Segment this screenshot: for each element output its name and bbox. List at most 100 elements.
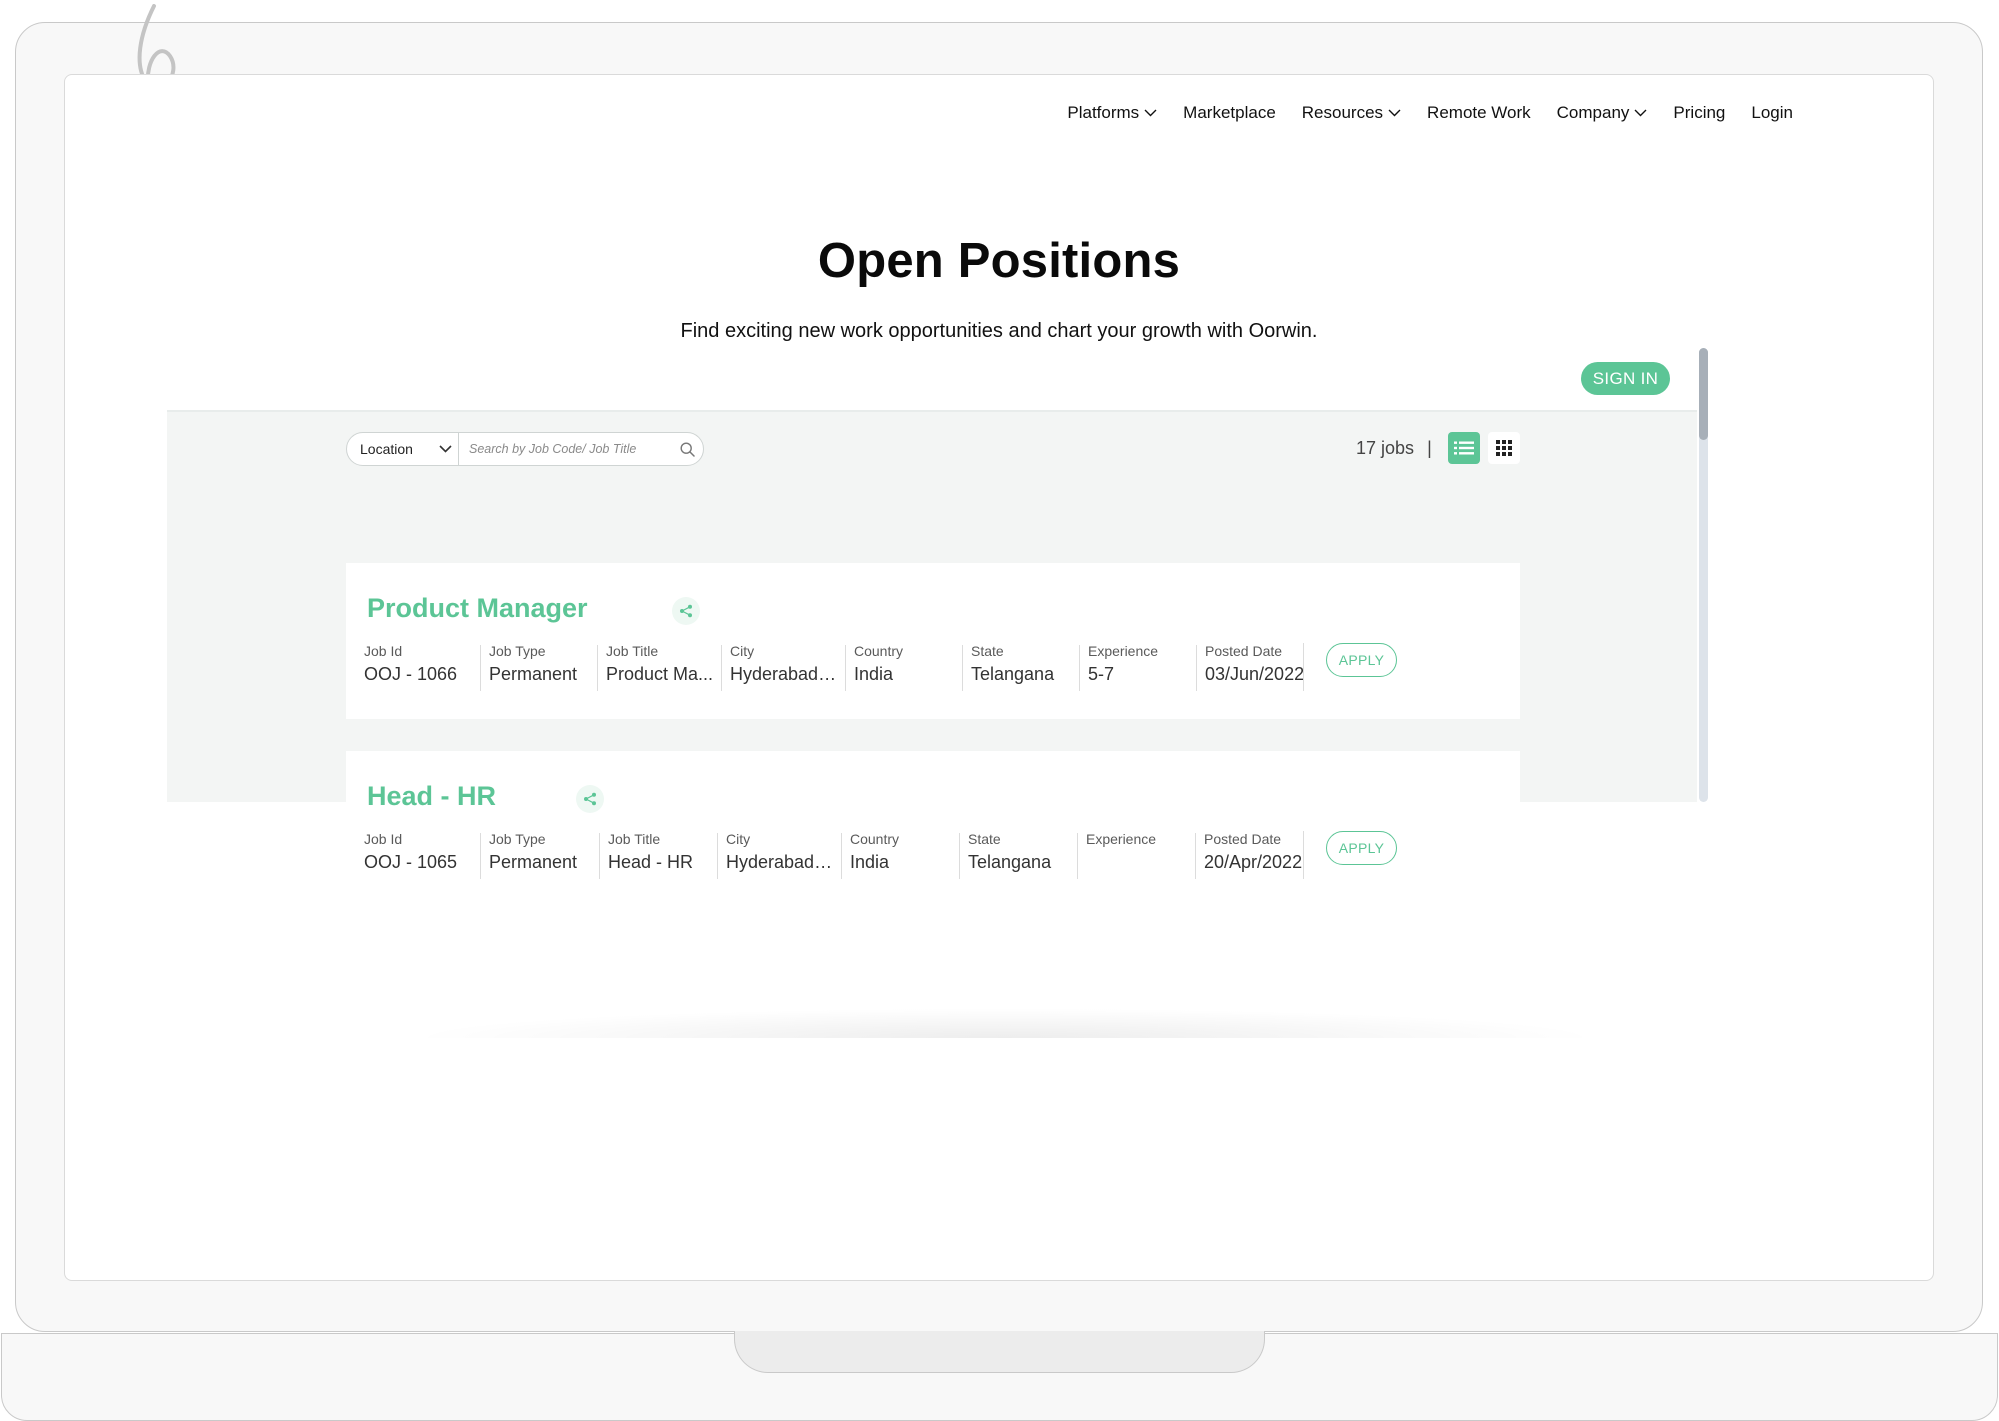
top-navigation: Platforms Marketplace Resources Remote W… — [1041, 103, 1793, 123]
search-icon[interactable] — [680, 441, 695, 457]
nav-label: Resources — [1301, 103, 1384, 122]
field-state: State Telangana — [962, 643, 1079, 691]
nav-label: Login — [1751, 103, 1793, 122]
nav-label: Company — [1556, 103, 1630, 122]
job-card: Head - HR Job Id OOJ - 1065 Job Type Per… — [346, 751, 1520, 907]
field-label: City — [730, 643, 755, 659]
job-title-link[interactable]: Head - HR — [367, 781, 496, 812]
field-value: Head - HR — [608, 852, 694, 872]
nav-login[interactable]: Login — [1751, 103, 1793, 123]
field-label: Experience — [1088, 643, 1159, 659]
field-divider — [1303, 643, 1304, 691]
job-card-partial — [346, 940, 1520, 954]
location-select[interactable]: Location — [347, 433, 459, 465]
field-value: Permanent — [489, 664, 578, 684]
field-value: OOJ - 1065 — [364, 852, 458, 872]
nav-label: Platforms — [1067, 103, 1140, 122]
field-job-type: Job Type Permanent — [480, 643, 597, 691]
field-value: OOJ - 1066 — [364, 664, 458, 684]
list-view-icon — [1454, 441, 1474, 455]
field-value: India — [850, 852, 890, 872]
field-label: City — [726, 831, 751, 847]
field-value: Permanent — [489, 852, 578, 872]
grid-view-icon — [1496, 440, 1512, 456]
scrollbar[interactable] — [1699, 348, 1708, 802]
field-job-title: Job Title Head - HR — [599, 831, 717, 879]
field-job-type: Job Type Permanent — [480, 831, 599, 879]
field-job-id: Job Id OOJ - 1066 — [364, 643, 480, 691]
nav-remote-work[interactable]: Remote Work — [1427, 103, 1531, 123]
panel-shadow — [405, 1008, 1605, 1038]
page-title: Open Positions — [817, 234, 1181, 288]
page-subtitle: Find exciting new work opportunities and… — [680, 320, 1318, 342]
share-button[interactable] — [672, 597, 700, 625]
field-experience: Experience 5-7 — [1079, 643, 1196, 691]
field-job-id: Job Id OOJ - 1065 — [364, 831, 480, 879]
nav-marketplace[interactable]: Marketplace — [1183, 103, 1276, 123]
field-posted-date: Posted Date 20/Apr/2022 — [1195, 831, 1312, 879]
field-state: State Telangana — [959, 831, 1077, 879]
field-label: State — [968, 831, 1001, 847]
chevron-down-icon — [1634, 109, 1647, 117]
field-label: Job Title — [608, 831, 661, 847]
nav-resources[interactable]: Resources — [1302, 103, 1401, 123]
field-label: Experience — [1086, 831, 1157, 847]
job-search-bar: Location — [346, 432, 704, 466]
field-value: 20/Apr/2022 — [1204, 852, 1303, 872]
grid-view-button[interactable] — [1488, 432, 1520, 464]
field-value: Hyderabad,... — [726, 852, 834, 872]
job-count-text: 17 jobs — [1356, 438, 1415, 458]
nav-label: Pricing — [1673, 103, 1726, 122]
field-label: Job Type — [489, 643, 546, 659]
field-value: 03/Jun/2022 — [1205, 664, 1305, 684]
field-country: Country India — [845, 643, 962, 691]
job-fields: Job Id OOJ - 1065 Job Type Permanent Job… — [364, 831, 1312, 879]
job-card: Product Manager Job Id OOJ - 1066 Job Ty… — [346, 563, 1520, 719]
share-button[interactable] — [576, 785, 604, 813]
nav-platforms[interactable]: Platforms — [1067, 103, 1157, 123]
field-value: India — [854, 664, 894, 684]
nav-label: Remote Work — [1427, 103, 1531, 122]
chevron-down-icon — [1144, 109, 1157, 117]
apply-button[interactable]: APPLY — [1326, 643, 1397, 677]
apply-button[interactable]: APPLY — [1326, 831, 1397, 865]
laptop-notch — [734, 1331, 1265, 1373]
job-count: 17 jobs | — [1356, 438, 1432, 459]
field-label: Job Id — [364, 831, 403, 847]
scrollbar-thumb[interactable] — [1699, 348, 1708, 440]
share-icon — [680, 604, 692, 618]
field-value: Hyderabad,... — [730, 664, 838, 684]
field-city: City Hyderabad,... — [717, 831, 841, 879]
field-job-title: Job Title Product Ma... — [597, 643, 721, 691]
field-divider — [1303, 831, 1304, 879]
share-icon — [584, 792, 596, 806]
field-city: City Hyderabad,... — [721, 643, 845, 691]
list-view-button[interactable] — [1448, 432, 1480, 464]
field-value: Telangana — [971, 664, 1055, 684]
nav-pricing[interactable]: Pricing — [1673, 103, 1725, 123]
field-label: State — [971, 643, 1004, 659]
field-posted-date: Posted Date 03/Jun/2022 — [1196, 643, 1313, 691]
location-select-label: Location — [360, 441, 413, 457]
field-value: 5-7 — [1088, 664, 1115, 684]
sign-in-button[interactable]: SIGN IN — [1581, 362, 1670, 395]
job-fields: Job Id OOJ - 1066 Job Type Permanent Job… — [364, 643, 1313, 691]
nav-company[interactable]: Company — [1557, 103, 1648, 123]
field-experience: Experience — [1077, 831, 1195, 879]
field-label: Posted Date — [1204, 831, 1282, 847]
field-label: Posted Date — [1205, 643, 1283, 659]
chevron-down-icon — [439, 445, 452, 453]
chevron-down-icon — [1388, 109, 1401, 117]
field-label: Country — [854, 643, 904, 659]
field-value: Product Ma... — [606, 664, 714, 684]
field-label: Job Id — [364, 643, 403, 659]
count-separator: | — [1427, 438, 1432, 458]
search-input[interactable] — [459, 433, 680, 465]
nav-label: Marketplace — [1183, 103, 1276, 122]
field-country: Country India — [841, 831, 959, 879]
field-label: Country — [850, 831, 900, 847]
field-label: Job Title — [606, 643, 659, 659]
field-label: Job Type — [489, 831, 546, 847]
field-value: Telangana — [968, 852, 1052, 872]
job-title-link[interactable]: Product Manager — [367, 593, 588, 624]
